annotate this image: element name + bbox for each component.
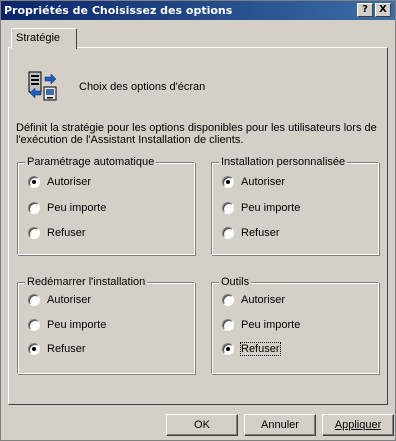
radio-button-checked[interactable] <box>28 176 40 188</box>
radio-label: Peu importe <box>241 319 301 331</box>
radio-autoriser[interactable]: Autoriser <box>28 176 91 188</box>
radio-label: Autoriser <box>241 294 286 306</box>
close-icon: X <box>379 4 387 15</box>
radio-label: Refuser <box>47 227 86 239</box>
ok-button[interactable]: OK <box>166 414 238 436</box>
radio-peu-importe[interactable]: Peu importe <box>222 202 300 214</box>
title-bar: Propriétés de Choisissez des options <box>1 1 395 20</box>
radio-button[interactable] <box>28 202 40 214</box>
radio-label: Peu importe <box>47 202 107 214</box>
radio-autoriser[interactable]: Autoriser <box>28 294 91 306</box>
radio-refuser[interactable]: Refuser <box>222 227 280 239</box>
help-button[interactable]: ? <box>357 3 373 17</box>
radio-autoriser[interactable]: Autoriser <box>222 294 285 306</box>
radio-label: Refuser <box>240 342 281 356</box>
radio-refuser[interactable]: Refuser <box>28 343 86 355</box>
cancel-label: Annuler <box>261 419 299 431</box>
radio-button[interactable] <box>222 294 234 306</box>
ok-label: OK <box>194 419 210 431</box>
radio-peu-importe[interactable]: Peu importe <box>28 319 106 331</box>
apply-label: Appliquer <box>334 419 382 431</box>
radio-label: Refuser <box>241 227 280 239</box>
radio-button-checked[interactable] <box>28 343 40 355</box>
properties-dialog: Propriétés de Choisissez des options ? X… <box>0 0 396 441</box>
radio-autoriser[interactable]: Autoriser <box>222 176 285 188</box>
header-title: Choix des options d'écran <box>79 81 206 93</box>
group-title: Redémarrer l'installation <box>25 276 148 288</box>
tab-strategie[interactable]: Stratégie <box>11 28 77 49</box>
radio-peu-importe[interactable]: Peu importe <box>222 319 300 331</box>
radio-label: Peu importe <box>47 319 107 331</box>
policy-settings-icon <box>28 71 57 101</box>
apply-button[interactable]: Appliquer <box>322 414 394 436</box>
radio-label: Peu importe <box>241 202 301 214</box>
radio-button[interactable] <box>222 227 234 239</box>
group-parametrage-automatique: Paramétrage automatique Autoriser Peu im… <box>17 156 195 255</box>
radio-button[interactable] <box>222 319 234 331</box>
radio-refuser[interactable]: Refuser <box>222 342 281 356</box>
group-outils: Outils Autoriser Peu importe Refuser <box>211 276 379 374</box>
radio-button-checked[interactable] <box>222 176 234 188</box>
radio-refuser[interactable]: Refuser <box>28 227 86 239</box>
group-title: Outils <box>219 276 252 288</box>
tab-label: Stratégie <box>16 32 61 44</box>
radio-button[interactable] <box>28 319 40 331</box>
close-button[interactable]: X <box>375 3 391 17</box>
group-title: Paramétrage automatique <box>25 156 157 168</box>
radio-button[interactable] <box>28 227 40 239</box>
help-icon: ? <box>362 4 368 15</box>
radio-label: Refuser <box>47 343 86 355</box>
radio-peu-importe[interactable]: Peu importe <box>28 202 106 214</box>
group-title: Installation personnalisée <box>219 156 348 168</box>
radio-button[interactable] <box>222 202 234 214</box>
window-title: Propriétés de Choisissez des options <box>4 4 233 17</box>
radio-button-checked[interactable] <box>222 343 234 355</box>
group-installation-personnalisee: Installation personnalisée Autoriser Peu… <box>211 156 379 255</box>
strategy-description: Définit la stratégie pour les options di… <box>16 122 377 146</box>
radio-label: Autoriser <box>241 176 286 188</box>
cancel-button[interactable]: Annuler <box>244 414 316 436</box>
group-redemarrer-installation: Redémarrer l'installation Autoriser Peu … <box>17 276 195 374</box>
radio-label: Autoriser <box>47 176 92 188</box>
radio-label: Autoriser <box>47 294 92 306</box>
radio-button[interactable] <box>28 294 40 306</box>
